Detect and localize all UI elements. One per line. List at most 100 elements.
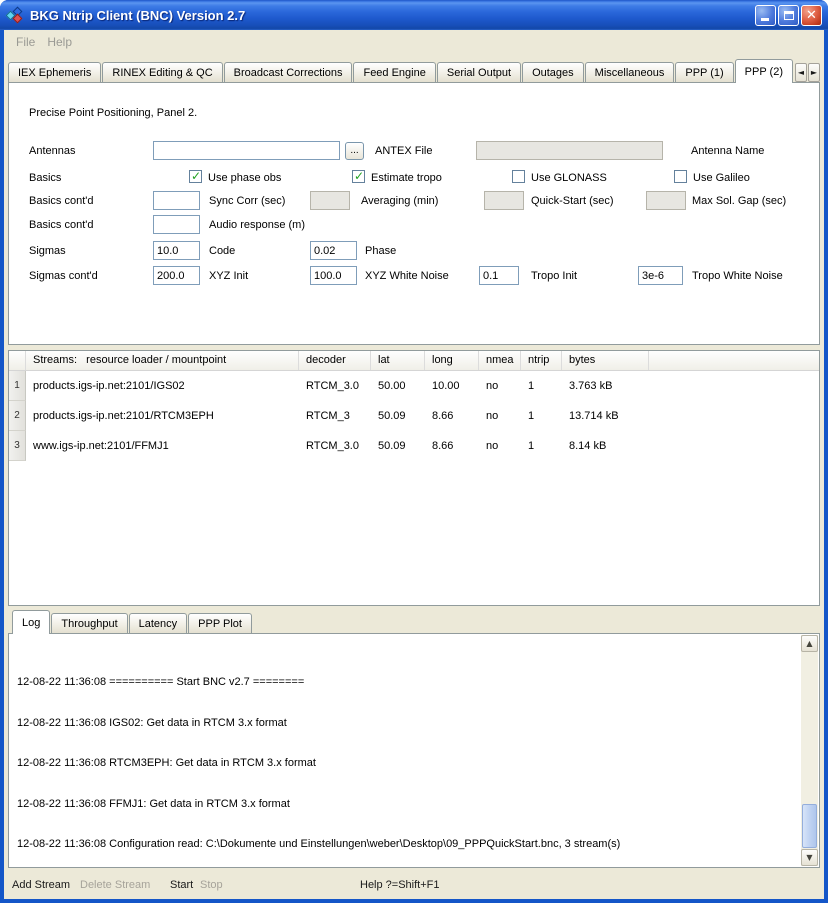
quick-start-label: Quick-Start (sec) — [531, 195, 614, 207]
streams-table: Streams: resource loader / mountpoint de… — [8, 350, 820, 606]
close-button[interactable]: ✕ — [801, 5, 822, 26]
add-stream-button[interactable]: Add Stream — [12, 879, 70, 891]
menu-help[interactable]: Help — [41, 33, 78, 51]
tab-ppp-plot[interactable]: PPP Plot — [188, 613, 252, 633]
tropo-init-input[interactable] — [479, 266, 519, 285]
sigma-code-input[interactable] — [153, 241, 200, 260]
tab-outages[interactable]: Outages — [522, 62, 584, 82]
streams-header: Streams: resource loader / mountpoint de… — [9, 351, 819, 371]
sigmas-contd-row: Sigmas cont'd XYZ Init XYZ White Noise T… — [9, 266, 819, 286]
row-number: 2 — [9, 401, 26, 431]
window-controls: ✕ — [753, 5, 822, 26]
tab-latency[interactable]: Latency — [129, 613, 188, 633]
tab-rinex-editing-qc[interactable]: RINEX Editing & QC — [102, 62, 222, 82]
start-button[interactable]: Start — [170, 879, 193, 891]
scrollbar-thumb[interactable] — [802, 804, 817, 848]
tab-serial-output[interactable]: Serial Output — [437, 62, 521, 82]
tab-scroll-right-button[interactable]: ► — [808, 63, 820, 82]
stop-button: Stop — [200, 879, 223, 891]
stream-row-2[interactable]: 2 products.igs-ip.net:2101/RTCM3EPH RTCM… — [9, 401, 819, 431]
basics-contd-label: Basics cont'd — [29, 195, 93, 207]
antennas-input[interactable] — [153, 141, 340, 160]
maximize-button[interactable] — [778, 5, 799, 26]
antennas-label: Antennas — [29, 145, 75, 157]
cell-lat: 50.09 — [371, 431, 425, 461]
scroll-up-button[interactable]: ▲ — [801, 635, 818, 652]
log-content: 12-08-22 11:36:08 ========== Start BNC v… — [10, 635, 801, 866]
xyz-init-label: XYZ Init — [209, 270, 248, 282]
down-arrow-icon: ▼ — [806, 854, 812, 862]
antex-file-input — [476, 141, 663, 160]
column-header-nmea[interactable]: nmea — [479, 351, 521, 370]
cell-decoder: RTCM_3 — [299, 401, 371, 431]
log-line: 12-08-22 11:36:08 ========== Start BNC v… — [17, 676, 801, 690]
cell-lat: 50.09 — [371, 401, 425, 431]
tab-iex-ephemeris[interactable]: IEX Ephemeris — [8, 62, 101, 82]
stream-row-1[interactable]: 1 products.igs-ip.net:2101/IGS02 RTCM_3.… — [9, 371, 819, 401]
column-header-bytes[interactable]: bytes — [562, 351, 649, 370]
xyz-init-input[interactable] — [153, 266, 200, 285]
antenna-name-label: Antenna Name — [691, 145, 764, 157]
tab-miscellaneous[interactable]: Miscellaneous — [585, 62, 675, 82]
tropo-white-noise-label: Tropo White Noise — [692, 270, 783, 282]
sync-corr-input[interactable] — [153, 191, 200, 210]
tropo-white-noise-input[interactable] — [638, 266, 683, 285]
column-header-decoder[interactable]: decoder — [299, 351, 371, 370]
stream-row-3[interactable]: 3 www.igs-ip.net:2101/FFMJ1 RTCM_3.0 50.… — [9, 431, 819, 461]
code-label: Code — [209, 245, 235, 257]
basics-contd-row-2: Basics cont'd Audio response (m) — [9, 215, 819, 235]
cell-nmea: no — [479, 401, 521, 431]
scroll-down-button[interactable]: ▼ — [801, 849, 818, 866]
averaging-input — [310, 191, 350, 210]
tab-ppp-1[interactable]: PPP (1) — [675, 62, 733, 82]
header-corner — [9, 351, 26, 370]
cell-decoder: RTCM_3.0 — [299, 371, 371, 401]
cell-long: 10.00 — [425, 371, 479, 401]
right-arrow-icon: ► — [811, 69, 817, 77]
averaging-label: Averaging (min) — [361, 195, 438, 207]
xyz-white-noise-input[interactable] — [310, 266, 357, 285]
log-line: 12-08-22 11:36:08 IGS02: Get data in RTC… — [17, 717, 801, 731]
left-arrow-icon: ◄ — [798, 69, 804, 77]
row-number: 3 — [9, 431, 26, 461]
phase-label: Phase — [365, 245, 396, 257]
tab-throughput[interactable]: Throughput — [51, 613, 127, 633]
cell-mountpoint: www.igs-ip.net:2101/FFMJ1 — [26, 431, 299, 461]
audio-response-label: Audio response (m) — [209, 219, 305, 231]
sigmas-label: Sigmas — [29, 245, 66, 257]
column-header-lat[interactable]: lat — [371, 351, 425, 370]
antennas-row: Antennas ... ANTEX File Antenna Name — [9, 141, 819, 161]
sigma-phase-input[interactable] — [310, 241, 357, 260]
max-sol-gap-input — [646, 191, 686, 210]
cell-ntrip: 1 — [521, 431, 562, 461]
log-scrollbar[interactable]: ▲ ▼ — [801, 635, 818, 866]
use-phase-obs-label: Use phase obs — [208, 172, 281, 184]
sync-corr-label: Sync Corr (sec) — [209, 195, 285, 207]
minimize-button[interactable] — [755, 5, 776, 26]
cell-decoder: RTCM_3.0 — [299, 431, 371, 461]
column-header-ntrip[interactable]: ntrip — [521, 351, 562, 370]
estimate-tropo-checkbox[interactable] — [352, 170, 365, 183]
log-panel: 12-08-22 11:36:08 ========== Start BNC v… — [8, 633, 820, 868]
column-header-mountpoint[interactable]: Streams: resource loader / mountpoint — [26, 351, 299, 370]
use-phase-obs-checkbox[interactable] — [189, 170, 202, 183]
row-number: 1 — [9, 371, 26, 401]
tab-ppp-2[interactable]: PPP (2) — [735, 59, 793, 83]
title-bar[interactable]: BKG Ntrip Client (BNC) Version 2.7 ✕ — [0, 0, 828, 30]
tab-broadcast-corrections[interactable]: Broadcast Corrections — [224, 62, 353, 82]
menu-bar: File Help — [4, 30, 824, 54]
use-glonass-label: Use GLONASS — [531, 172, 607, 184]
app-window: BKG Ntrip Client (BNC) Version 2.7 ✕ Fil… — [0, 0, 828, 903]
tab-log[interactable]: Log — [12, 610, 50, 634]
use-glonass-checkbox[interactable] — [512, 170, 525, 183]
tab-feed-engine[interactable]: Feed Engine — [353, 62, 435, 82]
audio-response-input[interactable] — [153, 215, 200, 234]
maximize-icon — [784, 11, 794, 20]
menu-file[interactable]: File — [10, 33, 41, 51]
header-filler — [649, 351, 819, 370]
antex-browse-button[interactable]: ... — [345, 142, 364, 160]
quick-start-input — [484, 191, 524, 210]
column-header-long[interactable]: long — [425, 351, 479, 370]
use-galileo-checkbox[interactable] — [674, 170, 687, 183]
tab-scroll-left-button[interactable]: ◄ — [795, 63, 807, 82]
